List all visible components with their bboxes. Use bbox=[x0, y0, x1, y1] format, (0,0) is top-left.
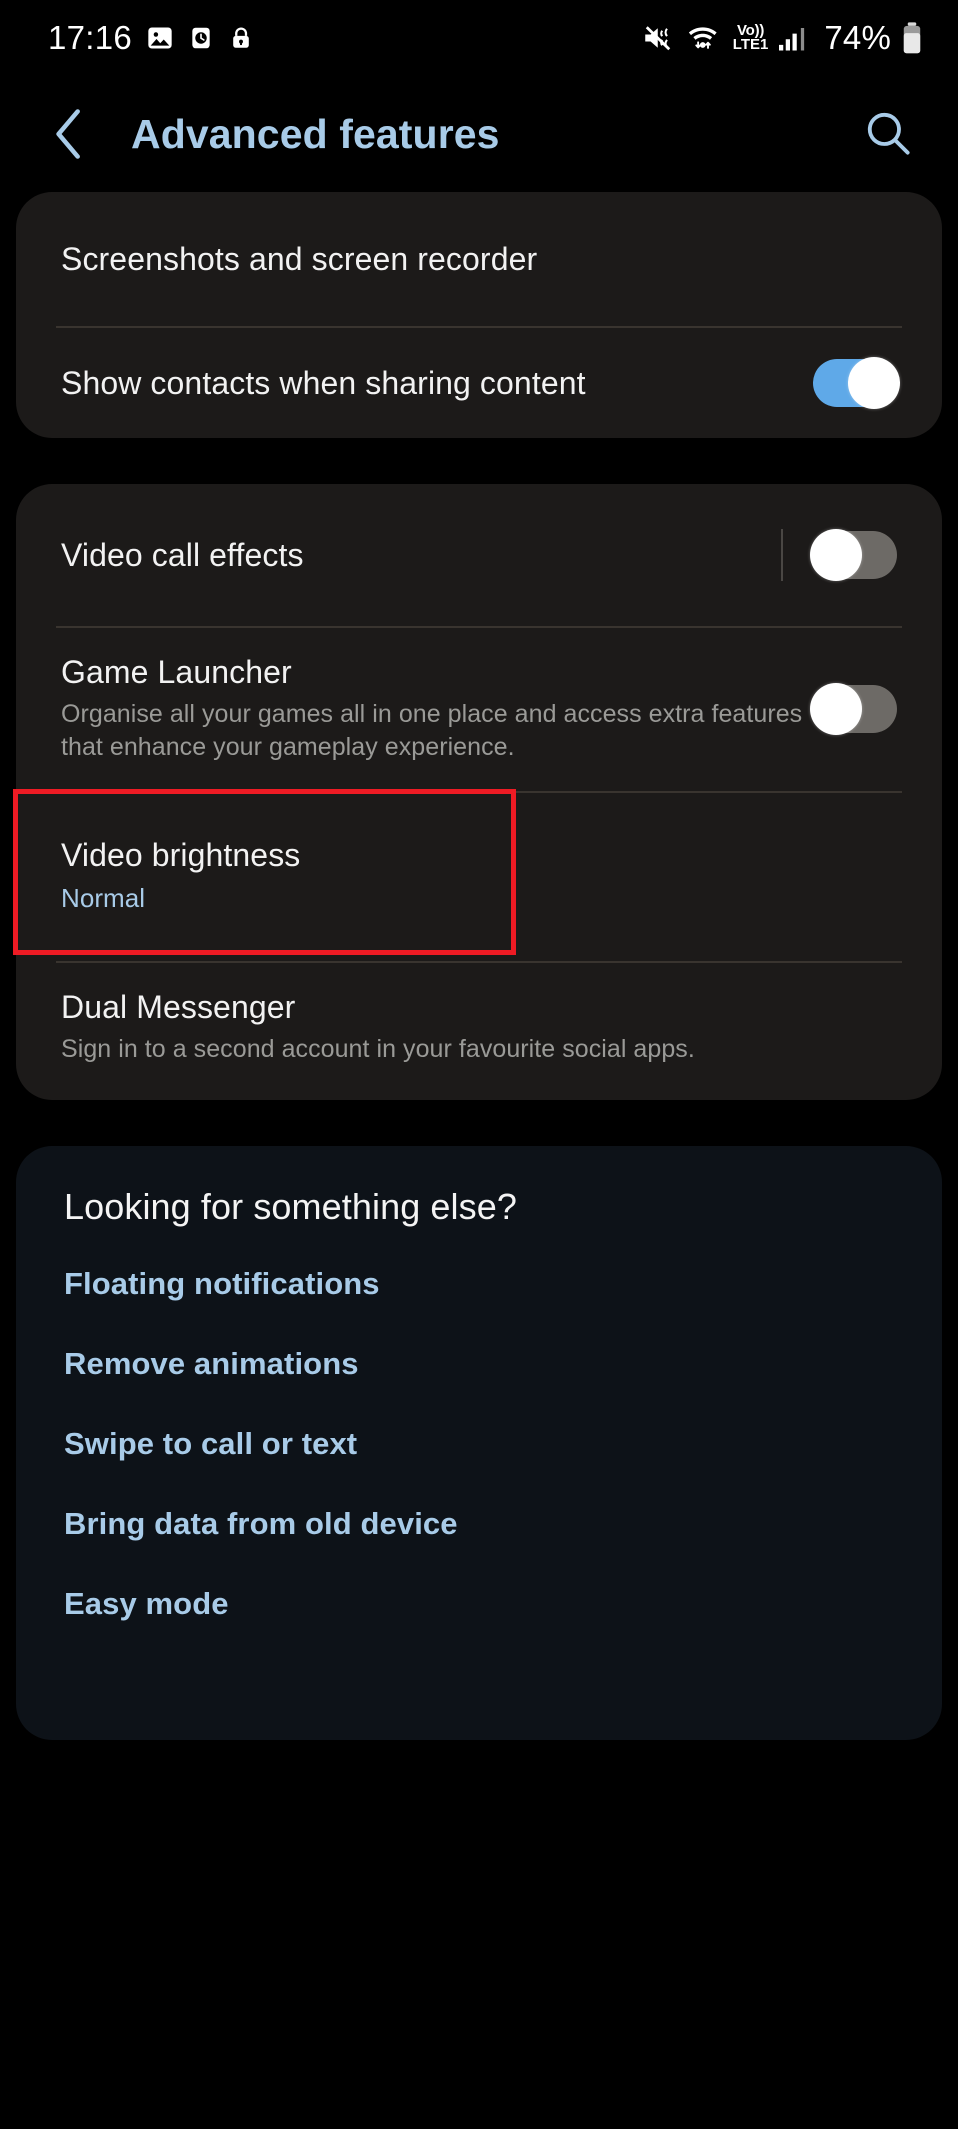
settings-card-screenshots: Screenshots and screen recorder Show con… bbox=[16, 192, 942, 438]
row-text: Dual Messenger Sign in to a second accou… bbox=[61, 989, 897, 1066]
row-subtitle: Normal bbox=[61, 883, 146, 914]
row-text: Show contacts when sharing content bbox=[61, 365, 813, 402]
links-heading: Looking for something else? bbox=[64, 1185, 517, 1227]
status-bar-clock: 17:16 bbox=[48, 19, 133, 56]
toggle-separator bbox=[781, 529, 783, 581]
row-video-call-effects[interactable]: Video call effects bbox=[16, 484, 942, 626]
row-title: Video brightness bbox=[61, 837, 301, 874]
toggle-show-contacts[interactable] bbox=[813, 357, 900, 409]
image-icon bbox=[148, 27, 172, 49]
battery-icon bbox=[903, 22, 921, 54]
row-screenshots-and-screen-recorder[interactable]: Screenshots and screen recorder bbox=[16, 192, 942, 326]
row-game-launcher[interactable]: Game Launcher Organise all your games al… bbox=[16, 628, 942, 791]
row-text: Video call effects bbox=[61, 537, 781, 574]
settings-card-features: Video call effects Game Launcher Organis… bbox=[13, 484, 942, 1100]
search-icon bbox=[867, 112, 910, 155]
mute-icon bbox=[645, 26, 670, 51]
settings-content: Screenshots and screen recorder Show con… bbox=[0, 192, 958, 1740]
row-text: Video brightness Normal bbox=[61, 837, 897, 916]
link-bring-data-from-old-device[interactable]: Bring data from old device bbox=[64, 1484, 894, 1564]
alarm-clock-icon bbox=[192, 27, 210, 49]
back-button[interactable] bbox=[50, 106, 98, 162]
chevron-left-icon bbox=[56, 109, 80, 159]
signal-bars-icon bbox=[779, 28, 805, 51]
row-subtitle: Organise all your games all in one place… bbox=[61, 700, 803, 762]
toggle-knob bbox=[848, 357, 900, 409]
row-title: Show contacts when sharing content bbox=[61, 364, 586, 401]
row-text: Screenshots and screen recorder bbox=[61, 241, 897, 278]
link-remove-animations[interactable]: Remove animations bbox=[64, 1324, 894, 1404]
toggle-video-call-effects[interactable] bbox=[810, 529, 897, 581]
row-title: Game Launcher bbox=[61, 654, 292, 690]
row-dual-messenger[interactable]: Dual Messenger Sign in to a second accou… bbox=[16, 963, 942, 1100]
toggle-knob bbox=[810, 683, 862, 736]
looking-for-something-else-card: Looking for something else? Floating not… bbox=[16, 1145, 942, 1740]
row-show-contacts-when-sharing[interactable]: Show contacts when sharing content bbox=[16, 328, 942, 438]
row-subtitle: Sign in to a second account in your favo… bbox=[61, 1034, 695, 1063]
link-easy-mode[interactable]: Easy mode bbox=[64, 1564, 894, 1644]
link-swipe-to-call-or-text[interactable]: Swipe to call or text bbox=[64, 1404, 894, 1484]
toggle-knob bbox=[810, 529, 862, 581]
toggle-game-launcher[interactable] bbox=[810, 683, 897, 736]
app-header: Advanced features bbox=[0, 76, 958, 192]
link-floating-notifications[interactable]: Floating notifications bbox=[64, 1244, 894, 1324]
row-video-brightness[interactable]: Video brightness Normal bbox=[13, 788, 942, 961]
status-bar: 17:16 Vo)) LTE1 74% bbox=[0, 0, 958, 76]
status-bar-left: 17:16 bbox=[48, 19, 254, 57]
row-title: Screenshots and screen recorder bbox=[61, 240, 538, 277]
search-button[interactable] bbox=[860, 105, 918, 163]
battery-percentage: 74% bbox=[824, 19, 891, 56]
row-title: Dual Messenger bbox=[61, 988, 296, 1025]
volte-indicator: Vo)) LTE1 bbox=[732, 23, 769, 53]
volte-label-bottom: LTE1 bbox=[732, 36, 769, 53]
row-text: Game Launcher Organise all your games al… bbox=[61, 654, 813, 765]
row-title: Video call effects bbox=[61, 536, 304, 573]
wifi-icon bbox=[688, 27, 717, 49]
status-bar-right: Vo)) LTE1 74% bbox=[642, 19, 924, 57]
page-title: Advanced features bbox=[131, 110, 500, 157]
lock-icon bbox=[233, 27, 249, 48]
